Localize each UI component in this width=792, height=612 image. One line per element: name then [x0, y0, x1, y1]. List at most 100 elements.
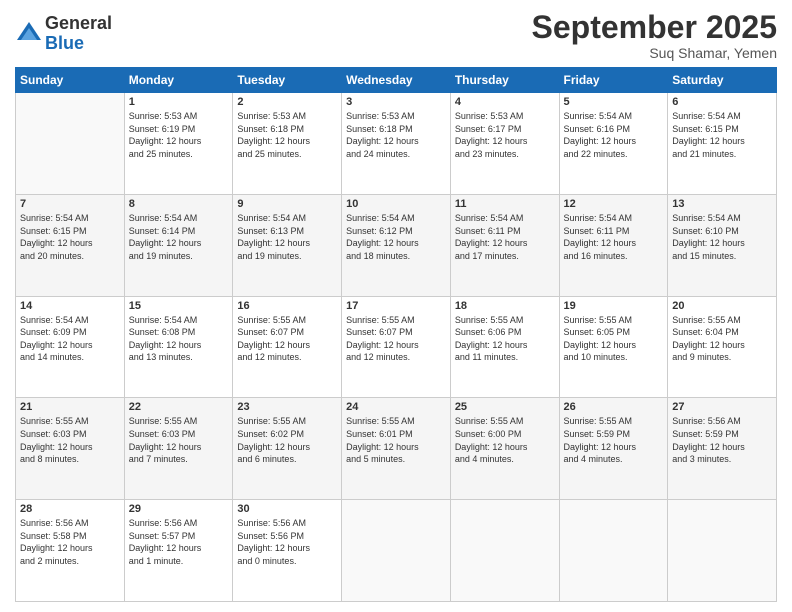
- calendar-cell: [668, 500, 777, 602]
- day-number: 2: [237, 96, 337, 108]
- calendar-cell: 1Sunrise: 5:53 AM Sunset: 6:19 PM Daylig…: [124, 93, 233, 195]
- day-info: Sunrise: 5:54 AM Sunset: 6:11 PM Dayligh…: [455, 212, 555, 262]
- day-info: Sunrise: 5:54 AM Sunset: 6:08 PM Dayligh…: [129, 314, 229, 364]
- day-number: 22: [129, 401, 229, 413]
- calendar-cell: 9Sunrise: 5:54 AM Sunset: 6:13 PM Daylig…: [233, 194, 342, 296]
- logo-general: General: [45, 14, 112, 34]
- calendar-cell: 26 Sunrise: 5:55 AM Sunset: 5:59 PM Dayli…: [559, 398, 668, 500]
- calendar-cell: 19 Sunrise: 5:55 AM Sunset: 6:05 PM Dayli…: [559, 296, 668, 398]
- day-number: 29: [129, 503, 229, 515]
- calendar-week-2: 7 Sunrise: 5:54 AM Sunset: 6:15 PM Daylig…: [16, 194, 777, 296]
- day-info: Sunrise: 5:55 AM Sunset: 6:03 PM Dayligh…: [20, 415, 120, 465]
- day-info: Sunrise: 5:54 AM Sunset: 6:09 PM Dayligh…: [20, 314, 120, 364]
- day-number: 26: [564, 401, 664, 413]
- calendar-cell: 6 Sunrise: 5:54 AM Sunset: 6:15 PM Daylig…: [668, 93, 777, 195]
- weekday-header-wednesday: Wednesday: [342, 68, 451, 93]
- day-info: Sunrise: 5:55 AM Sunset: 6:06 PM Dayligh…: [455, 314, 555, 364]
- calendar-cell: 17Sunrise: 5:55 AM Sunset: 6:07 PM Dayli…: [342, 296, 451, 398]
- day-info: Sunrise: 5:54 AM Sunset: 6:13 PM Dayligh…: [237, 212, 337, 262]
- day-number: 12: [564, 198, 664, 210]
- day-info: Sunrise: 5:53 AM Sunset: 6:18 PM Dayligh…: [237, 110, 337, 160]
- day-info: Sunrise: 5:55 AM Sunset: 6:02 PM Dayligh…: [237, 415, 337, 465]
- day-number: 20: [672, 300, 772, 312]
- day-info: Sunrise: 5:54 AM Sunset: 6:12 PM Dayligh…: [346, 212, 446, 262]
- calendar-cell: 23 Sunrise: 5:55 AM Sunset: 6:02 PM Dayli…: [233, 398, 342, 500]
- calendar-cell: 27 Sunrise: 5:56 AM Sunset: 5:59 PM Dayli…: [668, 398, 777, 500]
- day-info: Sunrise: 5:53 AM Sunset: 6:18 PM Dayligh…: [346, 110, 446, 160]
- calendar-cell: [16, 93, 125, 195]
- calendar-cell: 16 Sunrise: 5:55 AM Sunset: 6:07 PM Dayli…: [233, 296, 342, 398]
- day-number: 24: [346, 401, 446, 413]
- calendar-week-5: 28 Sunrise: 5:56 AM Sunset: 5:58 PM Dayli…: [16, 500, 777, 602]
- calendar-cell: 13 Sunrise: 5:54 AM Sunset: 6:10 PM Dayli…: [668, 194, 777, 296]
- weekday-header-friday: Friday: [559, 68, 668, 93]
- day-number: 23: [237, 401, 337, 413]
- day-number: 6: [672, 96, 772, 108]
- day-info: Sunrise: 5:56 AM Sunset: 5:57 PM Dayligh…: [129, 517, 229, 567]
- day-info: Sunrise: 5:54 AM Sunset: 6:10 PM Dayligh…: [672, 212, 772, 262]
- day-number: 10: [346, 198, 446, 210]
- calendar-table: SundayMondayTuesdayWednesdayThursdayFrid…: [15, 67, 777, 602]
- day-info: Sunrise: 5:55 AM Sunset: 6:05 PM Dayligh…: [564, 314, 664, 364]
- calendar-cell: [559, 500, 668, 602]
- weekday-header-thursday: Thursday: [450, 68, 559, 93]
- day-info: Sunrise: 5:55 AM Sunset: 6:00 PM Dayligh…: [455, 415, 555, 465]
- calendar-cell: 12Sunrise: 5:54 AM Sunset: 6:11 PM Dayli…: [559, 194, 668, 296]
- logo-text: General Blue: [45, 14, 112, 54]
- day-number: 21: [20, 401, 120, 413]
- day-number: 7: [20, 198, 120, 210]
- day-info: Sunrise: 5:55 AM Sunset: 6:07 PM Dayligh…: [346, 314, 446, 364]
- day-info: Sunrise: 5:53 AM Sunset: 6:17 PM Dayligh…: [455, 110, 555, 160]
- calendar-cell: 28 Sunrise: 5:56 AM Sunset: 5:58 PM Dayli…: [16, 500, 125, 602]
- calendar-cell: 4 Sunrise: 5:53 AM Sunset: 6:17 PM Daylig…: [450, 93, 559, 195]
- weekday-header-sunday: Sunday: [16, 68, 125, 93]
- logo-icon: [15, 20, 43, 48]
- day-number: 16: [237, 300, 337, 312]
- weekday-header-tuesday: Tuesday: [233, 68, 342, 93]
- day-number: 13: [672, 198, 772, 210]
- month-title: September 2025: [532, 10, 777, 45]
- day-info: Sunrise: 5:56 AM Sunset: 5:59 PM Dayligh…: [672, 415, 772, 465]
- calendar-cell: 22 Sunrise: 5:55 AM Sunset: 6:03 PM Dayli…: [124, 398, 233, 500]
- weekday-header-row: SundayMondayTuesdayWednesdayThursdayFrid…: [16, 68, 777, 93]
- logo: General Blue: [15, 14, 112, 54]
- calendar-week-1: 1Sunrise: 5:53 AM Sunset: 6:19 PM Daylig…: [16, 93, 777, 195]
- location-subtitle: Suq Shamar, Yemen: [532, 45, 777, 61]
- calendar-cell: 5Sunrise: 5:54 AM Sunset: 6:16 PM Daylig…: [559, 93, 668, 195]
- day-number: 18: [455, 300, 555, 312]
- calendar-cell: 7 Sunrise: 5:54 AM Sunset: 6:15 PM Daylig…: [16, 194, 125, 296]
- calendar-week-4: 21 Sunrise: 5:55 AM Sunset: 6:03 PM Dayli…: [16, 398, 777, 500]
- calendar-header: SundayMondayTuesdayWednesdayThursdayFrid…: [16, 68, 777, 93]
- day-info: Sunrise: 5:55 AM Sunset: 6:01 PM Dayligh…: [346, 415, 446, 465]
- day-number: 14: [20, 300, 120, 312]
- day-number: 15: [129, 300, 229, 312]
- calendar-cell: 18 Sunrise: 5:55 AM Sunset: 6:06 PM Dayli…: [450, 296, 559, 398]
- day-info: Sunrise: 5:54 AM Sunset: 6:16 PM Dayligh…: [564, 110, 664, 160]
- day-number: 28: [20, 503, 120, 515]
- calendar-cell: 15 Sunrise: 5:54 AM Sunset: 6:08 PM Dayli…: [124, 296, 233, 398]
- day-info: Sunrise: 5:56 AM Sunset: 5:56 PM Dayligh…: [237, 517, 337, 567]
- day-number: 4: [455, 96, 555, 108]
- day-info: Sunrise: 5:53 AM Sunset: 6:19 PM Dayligh…: [129, 110, 229, 160]
- day-number: 3: [346, 96, 446, 108]
- logo-blue: Blue: [45, 34, 112, 54]
- day-number: 27: [672, 401, 772, 413]
- calendar-cell: 25 Sunrise: 5:55 AM Sunset: 6:00 PM Dayli…: [450, 398, 559, 500]
- calendar-cell: 11 Sunrise: 5:54 AM Sunset: 6:11 PM Dayli…: [450, 194, 559, 296]
- calendar-cell: 29 Sunrise: 5:56 AM Sunset: 5:57 PM Dayli…: [124, 500, 233, 602]
- calendar-cell: 24 Sunrise: 5:55 AM Sunset: 6:01 PM Dayli…: [342, 398, 451, 500]
- calendar-cell: 21 Sunrise: 5:55 AM Sunset: 6:03 PM Dayli…: [16, 398, 125, 500]
- page-header: General Blue September 2025 Suq Shamar, …: [15, 10, 777, 61]
- day-number: 30: [237, 503, 337, 515]
- day-info: Sunrise: 5:55 AM Sunset: 5:59 PM Dayligh…: [564, 415, 664, 465]
- day-number: 11: [455, 198, 555, 210]
- calendar-cell: 2 Sunrise: 5:53 AM Sunset: 6:18 PM Daylig…: [233, 93, 342, 195]
- day-number: 19: [564, 300, 664, 312]
- day-info: Sunrise: 5:56 AM Sunset: 5:58 PM Dayligh…: [20, 517, 120, 567]
- calendar-page: General Blue September 2025 Suq Shamar, …: [0, 0, 792, 612]
- day-number: 25: [455, 401, 555, 413]
- day-info: Sunrise: 5:55 AM Sunset: 6:03 PM Dayligh…: [129, 415, 229, 465]
- day-info: Sunrise: 5:54 AM Sunset: 6:15 PM Dayligh…: [672, 110, 772, 160]
- day-info: Sunrise: 5:54 AM Sunset: 6:15 PM Dayligh…: [20, 212, 120, 262]
- day-info: Sunrise: 5:55 AM Sunset: 6:07 PM Dayligh…: [237, 314, 337, 364]
